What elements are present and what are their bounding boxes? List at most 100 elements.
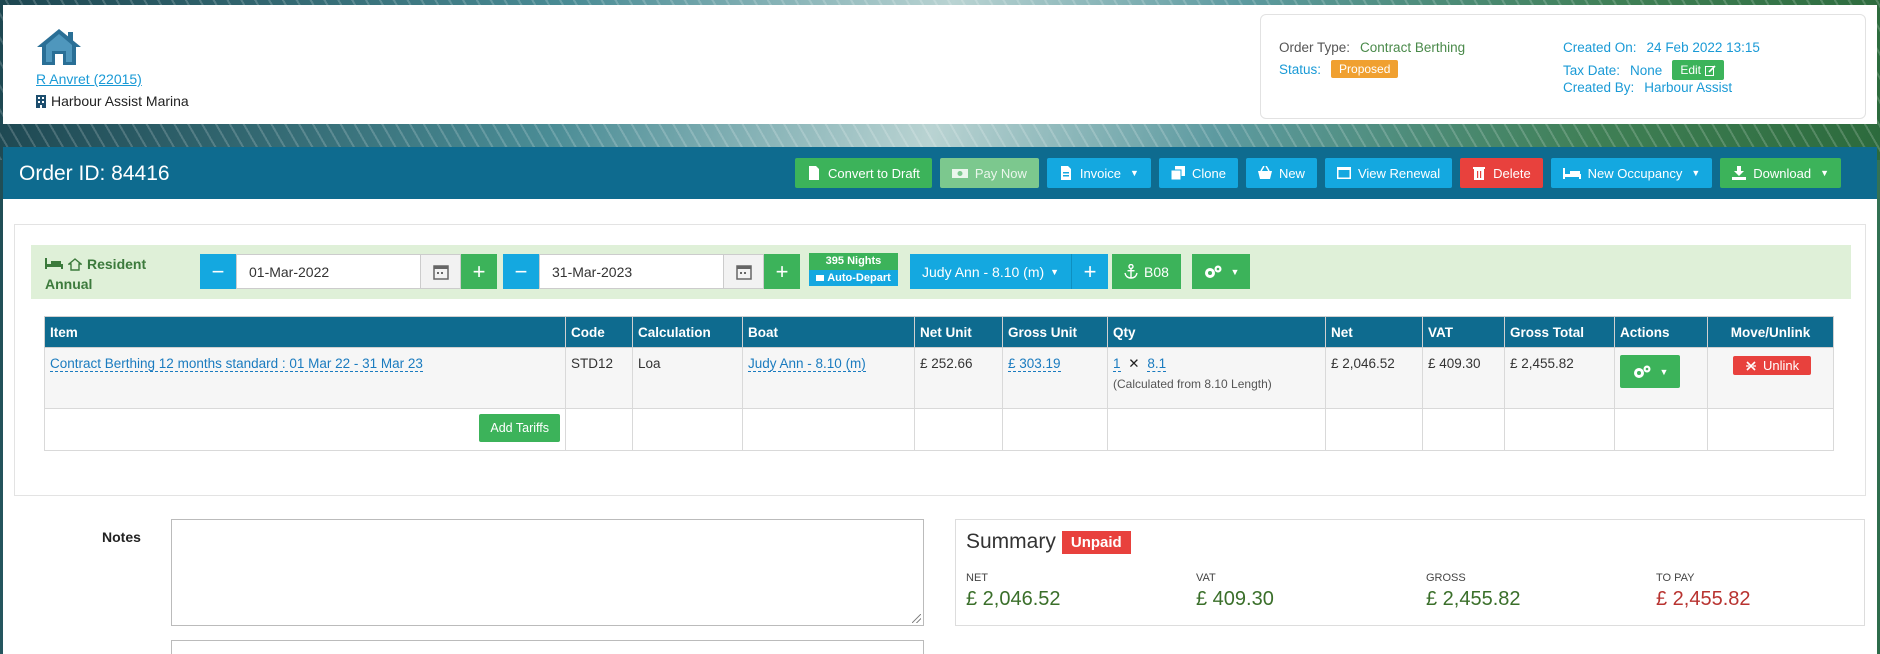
pay-now-button[interactable]: Pay Now	[939, 158, 1039, 188]
qty-length[interactable]: 8.1	[1147, 356, 1167, 372]
edit-label: Edit	[1680, 63, 1701, 77]
cell-net-unit: £ 252.66	[914, 347, 1003, 409]
resize-grip-icon[interactable]	[912, 614, 921, 623]
building-icon	[36, 94, 46, 108]
clone-button[interactable]: Clone	[1158, 158, 1238, 188]
net-value: £ 2,046.52	[966, 588, 1061, 610]
col-net: Net	[1325, 316, 1423, 348]
status-row: Status: Proposed	[1279, 60, 1399, 78]
table-footer-row: Add Tariffs	[44, 408, 1834, 451]
boat-dropdown-button[interactable]: Judy Ann - 8.10 (m) ▼	[910, 254, 1073, 289]
unlink-button[interactable]: Unlink	[1733, 356, 1812, 375]
invoice-dropdown-button[interactable]: Invoice ▼	[1046, 158, 1151, 188]
col-boat: Boat	[742, 316, 915, 348]
minus-icon: −	[514, 258, 528, 284]
col-item: Item	[44, 316, 566, 348]
annual-label: Annual	[45, 276, 93, 292]
download-label: Download	[1753, 165, 1812, 181]
item-link[interactable]: Contract Berthing 12 months standard : 0…	[50, 356, 423, 372]
new-button[interactable]: New	[1245, 158, 1317, 188]
tax-date-row: Tax Date: None Edit	[1563, 60, 1724, 80]
gross-label: GROSS	[1426, 572, 1466, 584]
new-occupancy-dropdown-button[interactable]: New Occupancy ▼	[1550, 158, 1713, 188]
marina-name: Harbour Assist Marina	[51, 93, 189, 109]
col-vat: VAT	[1422, 316, 1505, 348]
summary-card: Summary Unpaid NET £ 2,046.52 VAT £ 409.…	[955, 519, 1865, 626]
end-date-calendar-button[interactable]	[724, 254, 764, 289]
delete-label: Delete	[1493, 165, 1531, 181]
edit-tax-date-button[interactable]: Edit	[1672, 60, 1724, 80]
money-icon	[951, 169, 968, 178]
home-outline-icon	[68, 257, 82, 271]
status-badge: Proposed	[1331, 60, 1399, 78]
cell-vat: £ 409.30	[1422, 347, 1505, 409]
gross-unit-link[interactable]: £ 303.19	[1008, 356, 1061, 372]
order-type-label: Order Type:	[1279, 40, 1351, 55]
tax-date-value: None	[1630, 62, 1663, 78]
view-renewal-button[interactable]: View Renewal	[1324, 158, 1453, 188]
secondary-notes-textarea[interactable]	[171, 640, 924, 654]
view-renewal-label: View Renewal	[1357, 165, 1441, 181]
edit-icon	[1705, 64, 1716, 76]
end-date-input[interactable]: 31-Mar-2023	[539, 254, 724, 289]
clone-label: Clone	[1191, 165, 1226, 181]
end-date-plus-button[interactable]: +	[764, 254, 800, 289]
auto-depart-badge[interactable]: Auto-Depart	[809, 270, 898, 286]
col-move-unlink: Move/Unlink	[1707, 316, 1834, 348]
created-by-value: Harbour Assist	[1644, 80, 1733, 95]
start-date-plus-button[interactable]: +	[461, 254, 497, 289]
order-type-value: Contract Berthing	[1360, 40, 1466, 55]
basket-icon	[1257, 166, 1272, 179]
end-date-group: − 31-Mar-2023 +	[503, 254, 800, 289]
customer-header: R Anvret (22015) Harbour Assist Marina O…	[3, 5, 1877, 124]
add-boat-button[interactable]: +	[1072, 254, 1108, 289]
download-dropdown-button[interactable]: Download ▼	[1720, 158, 1841, 188]
berth-button[interactable]: B08	[1112, 254, 1181, 289]
invoice-label: Invoice	[1079, 165, 1122, 181]
convert-to-draft-button[interactable]: Convert to Draft	[795, 158, 932, 188]
order-type-row: Order Type: Contract Berthing	[1279, 40, 1465, 55]
net-label: NET	[966, 572, 988, 584]
auto-depart-icon	[816, 275, 825, 281]
cell-calculation: Loa	[632, 347, 743, 409]
end-date-minus-button[interactable]: −	[503, 254, 539, 289]
add-tariffs-button[interactable]: Add Tariffs	[479, 414, 560, 442]
convert-to-draft-label: Convert to Draft	[828, 165, 920, 181]
cell-code: STD12	[565, 347, 633, 409]
boat-selector: Judy Ann - 8.10 (m) ▼ +	[910, 254, 1109, 289]
notes-textarea[interactable]	[171, 519, 924, 626]
resident-annual-label: Resident Annual	[45, 254, 146, 294]
summary-to-pay: TO PAY £ 2,455.82	[1656, 572, 1751, 611]
start-date-minus-button[interactable]: −	[200, 254, 236, 289]
table-row: Contract Berthing 12 months standard : 0…	[44, 347, 1834, 409]
start-date-calendar-button[interactable]	[421, 254, 461, 289]
marina-line: Harbour Assist Marina	[36, 93, 189, 109]
items-table: Item Code Calculation Boat Net Unit Gros…	[44, 316, 1834, 451]
unlink-label: Unlink	[1763, 358, 1800, 373]
payment-status-badge: Unpaid	[1061, 530, 1131, 554]
cell-unlink: Unlink	[1707, 347, 1834, 409]
created-on-label: Created On:	[1563, 40, 1637, 55]
qty-multiplier[interactable]: 1	[1113, 356, 1121, 372]
caret-down-icon: ▼	[1820, 168, 1829, 178]
caret-down-icon: ▼	[1691, 168, 1701, 178]
summary-gross: GROSS £ 2,455.82	[1426, 572, 1521, 611]
occupancy-settings-button[interactable]: ▼	[1192, 254, 1250, 289]
plus-icon: +	[1083, 258, 1097, 284]
col-actions: Actions	[1614, 316, 1708, 348]
created-on-value: 24 Feb 2022 13:15	[1646, 40, 1760, 55]
vat-value: £ 409.30	[1196, 588, 1274, 610]
row-actions-button[interactable]: ▼	[1620, 355, 1680, 388]
notes-label: Notes	[102, 529, 141, 545]
delete-button[interactable]: Delete	[1460, 158, 1543, 188]
boat-link[interactable]: Judy Ann - 8.10 (m)	[748, 356, 866, 372]
start-date-input[interactable]: 01-Mar-2022	[236, 254, 421, 289]
table-header-row: Item Code Calculation Boat Net Unit Gros…	[44, 316, 1834, 348]
col-gross-unit: Gross Unit	[1002, 316, 1108, 348]
copy-icon	[1170, 166, 1185, 180]
minus-icon: −	[211, 258, 225, 284]
action-buttons: Convert to Draft Pay Now Invoice ▼ Clone…	[795, 158, 1841, 188]
customer-link[interactable]: R Anvret (22015)	[36, 71, 142, 87]
cell-qty: 1 ✕ 8.1 (Calculated from 8.10 Length)	[1107, 347, 1326, 409]
status-label: Status:	[1279, 61, 1322, 77]
